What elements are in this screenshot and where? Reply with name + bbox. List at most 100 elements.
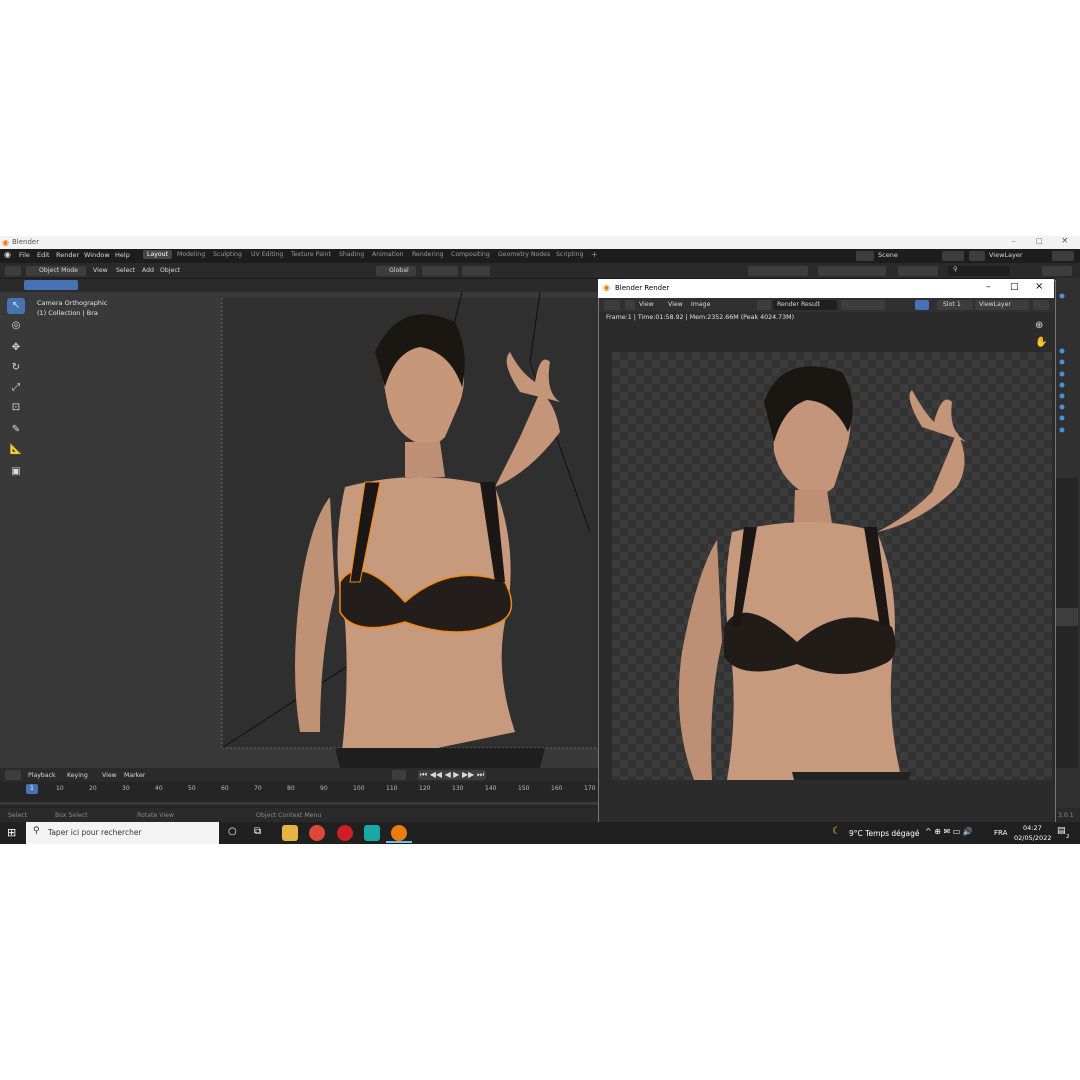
taskbar-search-input[interactable]: ⚲ Taper ici pour rechercher — [26, 822, 219, 844]
viewlayer-buttons[interactable] — [1052, 251, 1074, 261]
header-menu-object[interactable]: Object — [160, 267, 180, 274]
image-browse-icon[interactable] — [757, 300, 771, 310]
file-explorer-icon[interactable] — [282, 825, 298, 841]
tab-shading[interactable]: Shading — [339, 251, 364, 258]
tab-geometry-nodes[interactable]: Geometry Nodes — [498, 251, 550, 258]
outliner-filter-icons[interactable] — [898, 266, 938, 276]
cortana-icon[interactable]: ○ — [228, 826, 237, 837]
timeline-scrollbar[interactable] — [0, 802, 598, 805]
search-placeholder: Taper ici pour rechercher — [48, 828, 142, 837]
viewlayer-name[interactable]: ViewLayer — [989, 251, 1023, 259]
notification-icon[interactable]: ▤ — [1057, 826, 1066, 836]
tab-texture-paint[interactable]: Texture Paint — [291, 251, 331, 258]
timeline-tick: 170 — [584, 785, 596, 792]
timeline-menu-playback[interactable]: Playback — [28, 772, 56, 779]
render-close-button[interactable]: × — [1035, 281, 1043, 292]
header-menu-view[interactable]: View — [93, 267, 108, 274]
visibility-gizmo-icons[interactable] — [748, 266, 808, 276]
add-workspace-button[interactable]: + — [591, 250, 598, 259]
windows-start-icon[interactable]: ⊞ — [7, 826, 16, 839]
display-channels-icon[interactable] — [1033, 300, 1049, 310]
header-menu-add[interactable]: Add — [142, 267, 154, 274]
close-button[interactable]: × — [1061, 236, 1069, 246]
pivot-snap-icons[interactable] — [422, 266, 458, 276]
render-window-titlebar: ◉ Blender Render – □ × — [598, 280, 1054, 298]
select-tool-icon[interactable]: ↖ — [7, 298, 25, 314]
timeline-tick: 90 — [320, 785, 328, 792]
blender-menu-icon[interactable]: ◉ — [4, 250, 11, 259]
viewport-subheader — [0, 279, 598, 292]
header-menu-select[interactable]: Select — [116, 267, 135, 274]
tab-sculpting[interactable]: Sculpting — [213, 251, 242, 258]
minimize-button[interactable]: – — [1012, 237, 1016, 245]
filter-icon[interactable] — [1042, 266, 1072, 276]
status-rotate-view: Rotate View — [137, 812, 174, 819]
timeline-menu-marker[interactable]: Marker — [124, 772, 145, 779]
render-slot-icon[interactable] — [915, 300, 929, 310]
tab-rendering[interactable]: Rendering — [412, 251, 444, 258]
current-frame-indicator[interactable]: 1 — [26, 784, 38, 794]
blender-logo-icon: ◉ — [603, 283, 610, 292]
timeline-editor-icon[interactable] — [5, 770, 21, 780]
transform-tool-icon[interactable]: ⊡ — [7, 400, 25, 416]
clock-date[interactable]: 02/05/2022 — [1014, 834, 1051, 842]
outliner-visibility-icons[interactable] — [1054, 278, 1080, 808]
tab-animation[interactable]: Animation — [372, 251, 404, 258]
tab-compositing[interactable]: Compositing — [451, 251, 490, 258]
tray-icons[interactable]: ^ ⊕ ✉ ▭ 🔊 — [925, 827, 973, 836]
scene-name[interactable]: Scene — [878, 251, 898, 259]
scene-buttons[interactable] — [942, 251, 964, 261]
render-minimize-button[interactable]: – — [986, 282, 991, 292]
top-menubar: ◉ File Edit Render Window Help Layout Mo… — [0, 249, 1080, 263]
timeline[interactable]: 10 20 30 40 50 60 70 80 90 100 110 120 130 140 150 160 1… — [0, 782, 598, 808]
tab-modeling[interactable]: Modeling — [177, 251, 205, 258]
language-indicator[interactable]: FRA — [994, 829, 1007, 837]
opera-icon[interactable] — [337, 825, 353, 841]
tab-layout[interactable]: Layout — [143, 250, 173, 259]
timeline-tick: 150 — [518, 785, 530, 792]
menu-window[interactable]: Window — [84, 251, 110, 259]
viewlayer-icon[interactable] — [969, 251, 985, 261]
pan-hand-icon[interactable]: ✋ — [1035, 337, 1047, 348]
shading-mode-buttons[interactable] — [818, 266, 886, 276]
scene-icon[interactable] — [856, 251, 874, 261]
maya-icon[interactable] — [364, 825, 380, 841]
menu-render[interactable]: Render — [56, 251, 79, 259]
render-menu-image[interactable]: Image — [691, 301, 710, 308]
editor-type-icon[interactable] — [5, 266, 21, 276]
proportional-edit-icon[interactable] — [462, 266, 490, 276]
3d-viewport[interactable] — [0, 292, 598, 768]
timeline-menu-view[interactable]: View — [102, 772, 117, 779]
scale-tool-icon[interactable]: ⤢ — [7, 380, 25, 396]
cursor-tool-icon[interactable]: ◎ — [7, 318, 25, 334]
add-cube-tool-icon[interactable]: ▣ — [7, 464, 25, 480]
image-fake-user-icons[interactable] — [841, 300, 885, 310]
maximize-button[interactable]: □ — [1036, 237, 1043, 245]
chrome-icon[interactable] — [309, 825, 325, 841]
selection-mode-icons[interactable] — [24, 280, 78, 290]
menu-file[interactable]: File — [19, 251, 30, 259]
timeline-menu-keying[interactable]: Keying — [67, 772, 88, 779]
clock-time[interactable]: 04:27 — [1023, 824, 1042, 832]
image-editor-type-icon[interactable] — [604, 300, 620, 310]
properties-strip[interactable] — [1054, 278, 1080, 808]
timeline-tick: 110 — [386, 785, 398, 792]
render-maximize-button[interactable]: □ — [1010, 282, 1019, 292]
render-menu-view[interactable]: View — [668, 301, 683, 308]
zoom-icon[interactable]: ⊕ — [1035, 320, 1043, 331]
blender-taskbar-icon[interactable] — [391, 825, 407, 841]
rotate-tool-icon[interactable]: ↻ — [7, 360, 25, 376]
move-tool-icon[interactable]: ✥ — [7, 340, 25, 356]
record-button[interactable] — [392, 770, 406, 780]
menu-help[interactable]: Help — [115, 251, 130, 259]
task-view-icon[interactable]: ⧉ — [254, 826, 261, 837]
annotate-tool-icon[interactable]: ✎ — [7, 422, 25, 438]
moon-weather-icon: ☾ — [832, 826, 841, 837]
menu-edit[interactable]: Edit — [37, 251, 50, 259]
tab-scripting[interactable]: Scripting — [556, 251, 584, 258]
measure-tool-icon[interactable]: 📐 — [7, 442, 25, 458]
image-mode-icon[interactable] — [625, 300, 635, 310]
render-menu-view-mode[interactable]: View — [639, 301, 654, 308]
weather-text[interactable]: 9°C Temps dégagé — [849, 829, 920, 838]
tab-uv-editing[interactable]: UV Editing — [251, 251, 283, 258]
